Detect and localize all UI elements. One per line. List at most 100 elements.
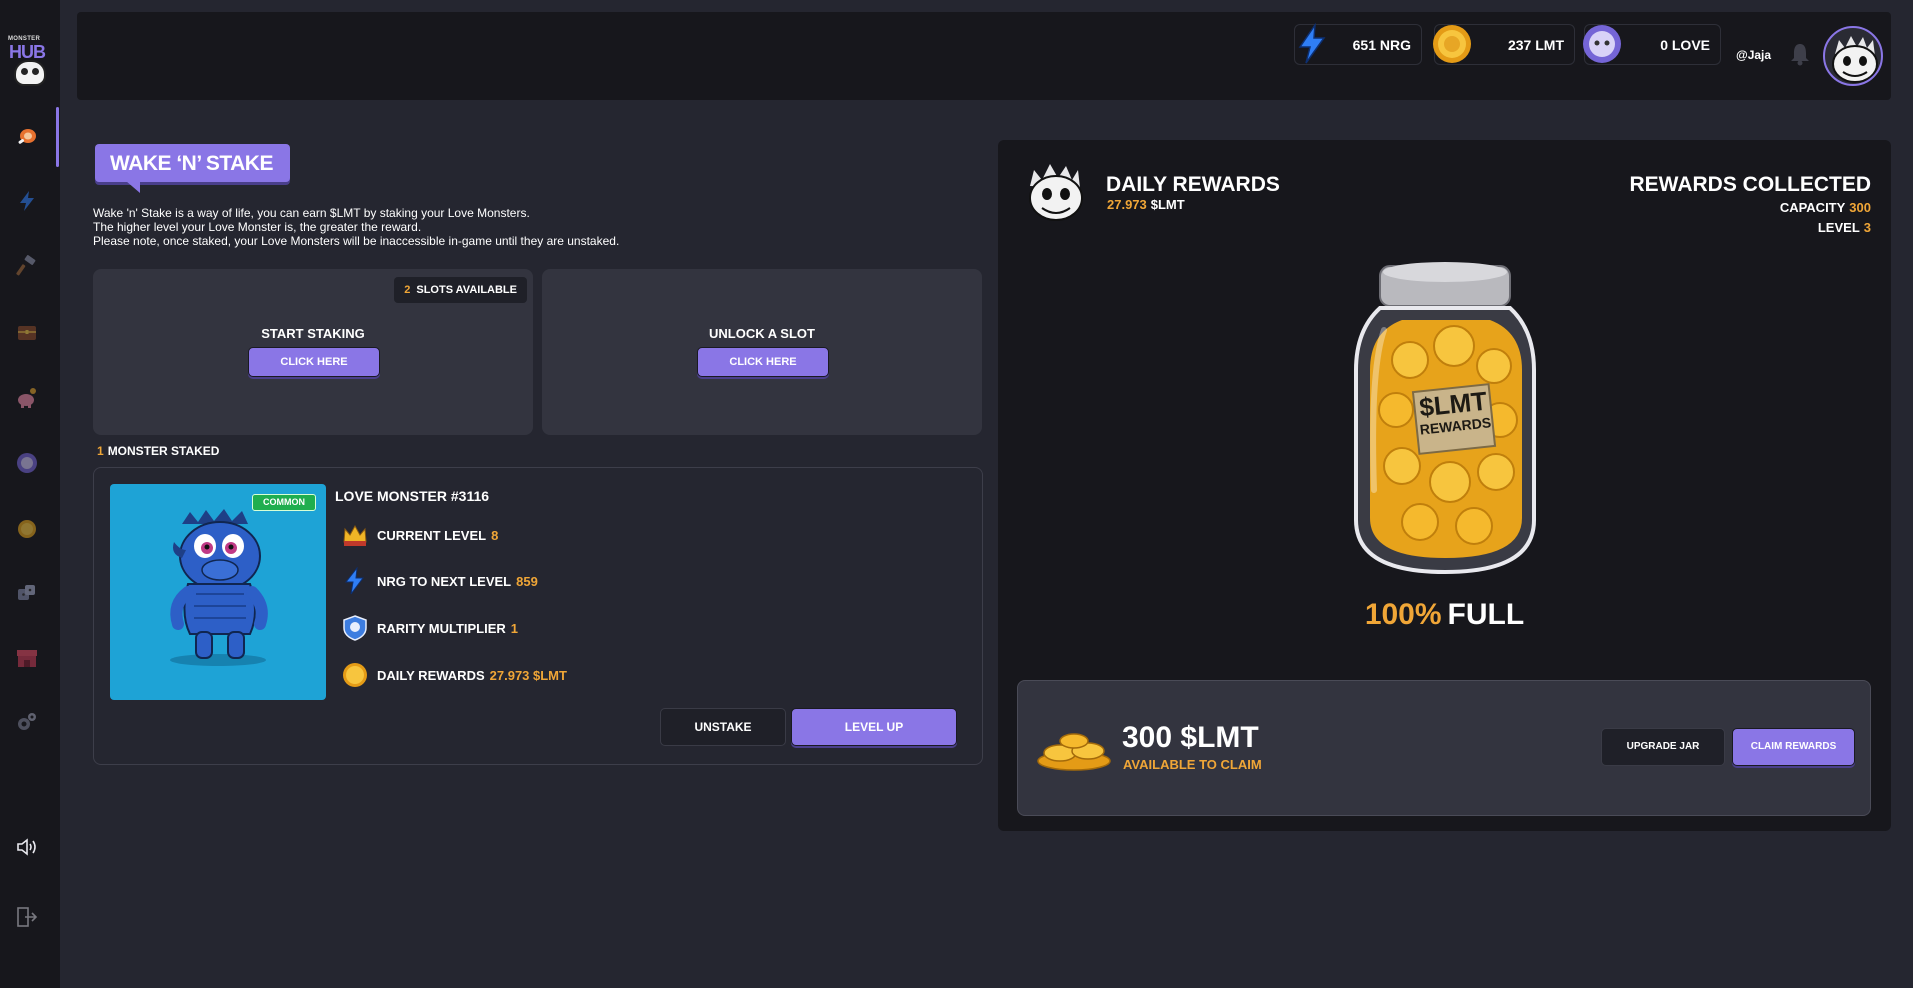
staked-count: 1: [97, 444, 104, 458]
current-level-row: CURRENT LEVEL 8: [341, 520, 498, 550]
coin-icon: [343, 663, 367, 687]
sidebar-item-stake[interactable]: [12, 122, 42, 152]
level-value: 3: [1863, 220, 1871, 235]
page-title-ribbon: WAKE ‘N’ STAKE: [95, 144, 290, 182]
meat-icon: [18, 129, 36, 144]
intro-line: Wake 'n' Stake is a way of life, you can…: [93, 206, 530, 220]
daily-rewards-amount: 27.973 $LMT: [1107, 197, 1185, 212]
staked-monster-card: COMMON LOVE MONSTER #3116 CURRENT LEVEL 8…: [93, 467, 983, 765]
slots-label: SLOTS AVAILABLE: [416, 284, 517, 296]
level-line: LEVEL 3: [1818, 220, 1871, 235]
hammer-icon: [16, 255, 36, 276]
speaker-icon: [17, 838, 36, 856]
upgrade-jar-button[interactable]: UPGRADE JAR: [1601, 728, 1725, 766]
intro-text: Wake 'n' Stake is a way of life, you can…: [93, 206, 619, 248]
sidebar-item-craft[interactable]: [12, 251, 42, 281]
avatar[interactable]: [1823, 26, 1883, 86]
staked-text: MONSTER STAKED: [107, 444, 220, 458]
capacity-value: 300: [1849, 200, 1871, 215]
current-level-value: 8: [491, 527, 499, 543]
active-nav-indicator: [56, 107, 59, 167]
start-staking-card: 2 SLOTS AVAILABLE START STAKING CLICK HER…: [93, 269, 533, 435]
current-level-label: CURRENT LEVEL: [377, 527, 487, 543]
coin-icon: [1433, 25, 1471, 63]
dice-icon: [18, 585, 35, 600]
daily-rewards-row: DAILY REWARDS 27.973 $LMT: [341, 660, 567, 690]
monsters-staked-label: 1 MONSTER STAKED: [97, 444, 219, 458]
intro-line: The higher level your Love Monster is, t…: [93, 220, 422, 234]
nrg-next-level-label: NRG TO NEXT LEVEL: [377, 573, 512, 589]
lightning-icon: [20, 191, 34, 211]
daily-rewards-label: DAILY REWARDS: [377, 667, 485, 683]
intro-line: Please note, once staked, your Love Mons…: [93, 234, 620, 248]
page-title: WAKE ‘N’ STAKE: [110, 152, 273, 175]
jar-fill-word: FULL: [1447, 598, 1525, 631]
unstake-button[interactable]: UNSTAKE: [660, 708, 786, 746]
username[interactable]: @Jaja: [1736, 48, 1771, 62]
jar-fill-status: 100% FULL: [998, 598, 1891, 632]
love-token-icon: [17, 453, 37, 473]
logout-icon: [17, 907, 38, 927]
claim-box: 300 $LMT AVAILABLE TO CLAIM UPGRADE JAR …: [1017, 680, 1871, 816]
rarity-multiplier-value: 1: [510, 620, 519, 636]
logo-face-icon: [14, 60, 46, 86]
daily-rewards-value: 27.973 $LMT: [489, 667, 567, 683]
rewards-jar: $LMT REWARDS: [1350, 260, 1542, 580]
sidebar-item-piggy-bank[interactable]: [12, 383, 42, 413]
nrg-next-level-row: NRG TO NEXT LEVEL 859: [341, 566, 538, 596]
lmt-balance[interactable]: 237 LMT: [1433, 24, 1575, 65]
nrg-value: 651 NRG: [1352, 37, 1411, 53]
monster-name: LOVE MONSTER #3116: [335, 488, 490, 504]
rarity-badge: COMMON: [252, 494, 316, 511]
lightning-icon: [1298, 23, 1326, 64]
sound-toggle[interactable]: [12, 832, 42, 862]
unlock-slot-title: UNLOCK A SLOT: [709, 326, 815, 341]
coin-pile-icon: [1037, 733, 1111, 771]
rewards-panel: DAILY REWARDS 27.973 $LMT REWARDS COLLECT…: [998, 140, 1891, 831]
monster-hub-logo[interactable]: MONSTER HUB: [6, 36, 50, 88]
claim-amount: 300 $LMT: [1122, 721, 1259, 754]
unlock-slot-button[interactable]: CLICK HERE: [697, 347, 829, 377]
piggy-bank-icon: [18, 388, 36, 408]
crown-icon: [343, 524, 367, 546]
start-staking-button[interactable]: CLICK HERE: [248, 347, 380, 377]
love-balance[interactable]: 0 LOVE: [1583, 24, 1721, 65]
ribbon-tail: [126, 181, 140, 193]
rarity-multiplier-label: RARITY MULTIPLIER: [377, 620, 506, 636]
jar-fill-percent: 100%: [1364, 598, 1442, 631]
level-up-button[interactable]: LEVEL UP: [791, 708, 957, 746]
sidebar: MONSTER HUB: [0, 0, 60, 988]
sidebar-item-shop[interactable]: [12, 643, 42, 673]
shield-icon: [343, 615, 367, 641]
sidebar-item-dice[interactable]: [12, 578, 42, 608]
unlock-slot-card: UNLOCK A SLOT CLICK HERE: [542, 269, 982, 435]
nrg-next-level-value: 859: [516, 573, 538, 589]
sidebar-item-energy[interactable]: [12, 186, 42, 216]
slots-available-badge: 2 SLOTS AVAILABLE: [394, 277, 527, 303]
gears-icon: [18, 713, 36, 730]
shop-icon: [17, 650, 37, 667]
claim-rewards-button[interactable]: CLAIM REWARDS: [1732, 728, 1855, 766]
capacity-line: CAPACITY 300: [1780, 200, 1871, 215]
capacity-label: CAPACITY: [1779, 200, 1846, 215]
daily-amount-unit: $LMT: [1150, 197, 1185, 212]
sidebar-item-settings[interactable]: [12, 707, 42, 737]
blue-monster-illustration: [170, 509, 268, 666]
monster-image[interactable]: COMMON: [110, 484, 326, 700]
love-token-icon: [1583, 25, 1621, 63]
love-value: 0 LOVE: [1660, 37, 1710, 53]
sidebar-item-coin[interactable]: [12, 514, 42, 544]
nrg-balance[interactable]: 651 NRG: [1294, 23, 1422, 65]
logout-button[interactable]: [12, 902, 42, 932]
slots-count: 2: [404, 284, 411, 296]
chest-icon: [18, 326, 36, 340]
bell-icon[interactable]: [1789, 42, 1811, 66]
monster-mascot-icon: [1029, 164, 1083, 221]
lmt-value: 237 LMT: [1507, 37, 1564, 53]
claim-subtitle: AVAILABLE TO CLAIM: [1123, 757, 1262, 772]
start-staking-title: START STAKING: [261, 326, 365, 341]
jar-label: $LMT REWARDS: [1412, 386, 1496, 438]
level-label: LEVEL: [1817, 220, 1860, 235]
sidebar-item-love[interactable]: [12, 448, 42, 478]
sidebar-item-chest[interactable]: [12, 317, 42, 347]
